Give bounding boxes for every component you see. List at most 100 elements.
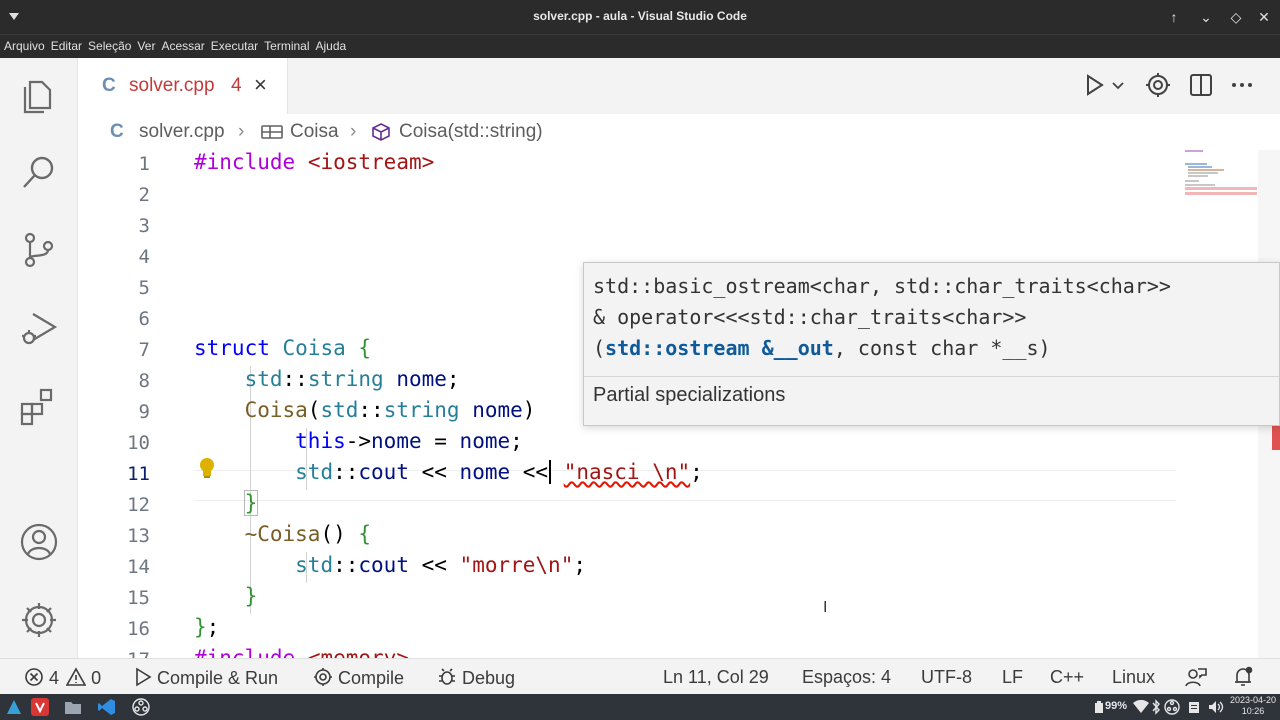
close-window-icon[interactable]: ✕ xyxy=(1254,7,1274,27)
debug-button[interactable]: Debug xyxy=(437,667,515,689)
line-number: 14 xyxy=(127,556,150,578)
indentation[interactable]: Espaços: 4 xyxy=(802,667,891,688)
feedback-icon[interactable] xyxy=(1184,666,1208,688)
code-line-17: #include <memory> xyxy=(194,646,409,658)
menu-ajuda[interactable]: Ajuda xyxy=(312,35,349,57)
menu-terminal[interactable]: Terminal xyxy=(260,35,311,57)
os-indicator[interactable]: Linux xyxy=(1112,667,1155,688)
bug-icon xyxy=(439,668,455,685)
line-number: 1 xyxy=(138,153,150,175)
line-number: 7 xyxy=(138,339,150,361)
extensions-icon[interactable] xyxy=(17,384,61,428)
settings-gear-icon[interactable] xyxy=(17,598,61,642)
mouse-ibeam-icon: I xyxy=(823,599,828,616)
run-debug-icon[interactable] xyxy=(17,306,61,350)
editor-tabs: C solver.cpp 4 × xyxy=(78,58,1280,114)
compile-button[interactable]: Compile xyxy=(313,667,404,689)
code-line-11: std::cout << nome << "nasci \n"; xyxy=(295,460,703,484)
notifications-bell-icon[interactable] xyxy=(1232,665,1254,689)
line-number: 8 xyxy=(138,370,150,392)
line-number: 6 xyxy=(138,308,150,330)
status-bar: 4 0 Compile & Run Compile Debug Ln 11, C… xyxy=(0,658,1280,694)
menu-acessar[interactable]: Acessar xyxy=(157,35,206,57)
clipboard-icon[interactable] xyxy=(1187,700,1201,714)
menu-editar[interactable]: Editar xyxy=(47,35,84,57)
breadcrumb-separator-icon: › xyxy=(350,121,357,142)
menu-executar[interactable]: Executar xyxy=(207,35,260,57)
code-line-15: } xyxy=(244,584,258,608)
more-actions-icon[interactable] xyxy=(1228,71,1256,99)
tab-filename: solver.cpp xyxy=(129,75,215,96)
line-number: 10 xyxy=(127,432,150,454)
hover-tooltip: std::basic_ostream<char, std::char_trait… xyxy=(583,262,1280,426)
vscode-taskbar-icon[interactable] xyxy=(97,697,117,717)
file-manager-icon[interactable] xyxy=(63,697,83,717)
breadcrumb: C solver.cpp › Coisa › Coisa(std::string… xyxy=(78,114,1280,150)
taskbar: 99% 2023-04-20 10:26 xyxy=(0,694,1280,720)
line-number: 17 xyxy=(78,649,150,658)
gear-icon xyxy=(314,668,332,686)
code-line-9: Coisa(std::string nome) xyxy=(244,398,536,422)
breadcrumb-method[interactable]: Coisa(std::string) xyxy=(399,121,543,143)
play-icon xyxy=(136,667,152,687)
minimap[interactable] xyxy=(1180,150,1260,270)
window-title: solver.cpp - aula - Visual Studio Code xyxy=(533,9,747,23)
vivaldi-browser-icon[interactable] xyxy=(30,697,50,717)
compile-run-button[interactable]: Compile & Run xyxy=(134,667,278,689)
method-icon xyxy=(372,123,390,141)
breadcrumb-cpp-icon: C xyxy=(110,121,124,142)
language-mode[interactable]: C++ xyxy=(1050,667,1084,688)
code-line-12: } xyxy=(243,490,259,516)
run-dropdown-chevron-icon[interactable] xyxy=(1108,71,1128,99)
encoding[interactable]: UTF-8 xyxy=(921,667,972,688)
line-number: 12 xyxy=(127,494,150,516)
screen-record-icon[interactable] xyxy=(1163,698,1181,716)
line-number: 5 xyxy=(138,277,150,299)
source-control-icon[interactable] xyxy=(17,228,61,272)
code-line-1: #include <iostream> xyxy=(194,150,435,174)
error-count: 4 xyxy=(49,668,60,688)
volume-icon[interactable] xyxy=(1208,700,1224,714)
error-icon xyxy=(25,668,43,686)
explorer-icon[interactable] xyxy=(17,72,61,116)
code-line-7: struct Coisa { xyxy=(194,336,372,360)
run-icon[interactable] xyxy=(1080,71,1108,99)
gear-icon[interactable] xyxy=(1144,71,1172,99)
obs-icon[interactable] xyxy=(131,697,151,717)
breadcrumb-file[interactable]: solver.cpp xyxy=(139,121,225,143)
line-number: 13 xyxy=(127,525,150,547)
menu-arquivo[interactable]: Arquivo xyxy=(0,35,47,57)
line-number: 3 xyxy=(138,215,150,237)
tab-solver-cpp[interactable]: C solver.cpp 4 × xyxy=(78,58,288,114)
line-number: 16 xyxy=(127,618,150,640)
hover-separator xyxy=(584,376,1279,377)
start-menu-icon[interactable] xyxy=(4,697,24,717)
tab-problem-count: 4 xyxy=(231,75,242,96)
title-bar: solver.cpp - aula - Visual Studio Code ↑… xyxy=(0,0,1280,34)
clock-date: 2023-04-20 xyxy=(1229,695,1277,705)
line-number: 9 xyxy=(138,401,150,423)
hover-doc: Partial specializations xyxy=(593,384,786,406)
line-ending[interactable]: LF xyxy=(1002,667,1023,688)
problems-status[interactable]: 4 0 xyxy=(24,667,101,689)
battery-icon xyxy=(1095,701,1103,713)
minimize-icon[interactable]: ⌄ xyxy=(1196,7,1216,27)
lightbulb-icon[interactable] xyxy=(197,456,217,480)
menu-ver[interactable]: Ver xyxy=(133,35,157,57)
split-editor-icon[interactable] xyxy=(1187,71,1215,99)
code-line-16: }; xyxy=(194,615,220,639)
line-number: 15 xyxy=(127,587,150,609)
search-icon[interactable] xyxy=(17,150,61,194)
bluetooth-icon[interactable] xyxy=(1151,699,1161,715)
wifi-icon[interactable] xyxy=(1133,700,1149,714)
clock[interactable]: 2023-04-20 10:26 xyxy=(1226,695,1280,717)
menu-selecao[interactable]: Seleção xyxy=(84,35,133,57)
maximize-icon[interactable]: ◇ xyxy=(1226,7,1246,27)
tab-close-icon[interactable]: × xyxy=(254,72,267,98)
cursor-position[interactable]: Ln 11, Col 29 xyxy=(663,667,769,688)
keep-above-icon[interactable]: ↑ xyxy=(1164,7,1184,27)
code-line-10: this->nome = nome; xyxy=(295,429,523,453)
account-icon[interactable] xyxy=(17,520,61,564)
line-number: 2 xyxy=(138,184,150,206)
breadcrumb-struct[interactable]: Coisa xyxy=(290,121,339,143)
